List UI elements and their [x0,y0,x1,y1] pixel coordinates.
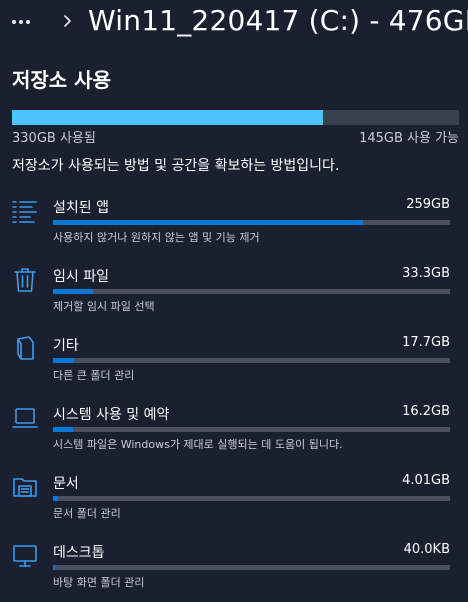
page-title: Win11_220417 (C:) - 476GB [88,4,468,37]
dot [26,20,30,24]
category-size: 259GB [406,197,450,212]
category-subtitle: 바탕 화면 폴더 관리 [53,576,145,589]
category-subtitle: 다른 큰 폴더 관리 [53,369,135,382]
category-usage-bar [53,427,450,432]
category-usage-bar [53,496,450,501]
category-name: 시스템 사용 및 예약 [53,407,170,423]
category-temp-files[interactable]: 임시 파일 33.3GB 제거할 임시 파일 선택 [0,266,468,326]
category-size: 16.2GB [402,404,450,419]
free-space-label: 145GB 사용 가능 [359,131,459,146]
category-desktop[interactable]: 데스크톱 40.0KB 바탕 화면 폴더 관리 [0,542,468,602]
laptop-icon [12,408,38,428]
category-system-reserved[interactable]: 시스템 사용 및 예약 16.2GB 시스템 파일은 Windows가 제대로 … [0,404,468,464]
category-name: 문서 [53,476,79,492]
category-name: 임시 파일 [53,269,109,285]
storage-total-bar [12,110,459,125]
category-size: 4.01GB [402,473,450,488]
category-usage-fill [53,358,75,363]
category-size: 33.3GB [402,266,450,281]
category-name: 설치된 앱 [53,200,109,216]
category-subtitle: 제거할 임시 파일 선택 [53,300,155,313]
category-subtitle: 시스템 파일은 Windows가 제대로 실행되는 데 도움이 됩니다. [53,438,343,451]
category-name: 데스크톱 [53,545,105,561]
storage-description: 저장소가 사용되는 방법 및 공간을 확보하는 방법입니다. [12,158,340,174]
category-size: 40.0KB [403,542,450,557]
category-name: 기타 [53,338,79,354]
dot [12,20,16,24]
storage-used-fill [12,110,323,125]
document-icon [17,336,34,360]
category-subtitle: 사용하지 않거나 원하지 않는 앱 및 기능 제거 [53,231,260,244]
more-options-button[interactable] [12,10,46,34]
category-installed-apps[interactable]: 설치된 앱 259GB 사용하지 않거나 원하지 않는 앱 및 기능 제거 [0,197,468,257]
category-documents[interactable]: 문서 4.01GB 문서 폴더 관리 [0,473,468,533]
breadcrumb: Win11_220417 (C:) - 476GB [0,0,468,48]
dot [19,20,23,24]
category-usage-fill [53,427,73,432]
monitor-icon [13,545,37,567]
category-usage-fill [53,289,93,294]
category-usage-fill [53,496,58,501]
category-other[interactable]: 기타 17.7GB 다른 큰 폴더 관리 [0,335,468,395]
category-usage-fill [53,565,56,570]
category-size: 17.7GB [402,335,450,350]
used-space-label: 330GB 사용됨 [12,131,96,146]
chevron-right-icon [64,15,71,27]
category-usage-bar [53,289,450,294]
category-usage-bar [53,358,450,363]
category-usage-bar [53,220,450,225]
category-usage-bar [53,565,450,570]
category-usage-fill [53,220,363,225]
folder-icon [13,478,37,497]
category-subtitle: 문서 폴더 관리 [53,507,121,520]
trash-icon [14,268,36,292]
apps-list-icon [12,201,37,223]
storage-usage-heading: 저장소 사용 [12,68,111,92]
